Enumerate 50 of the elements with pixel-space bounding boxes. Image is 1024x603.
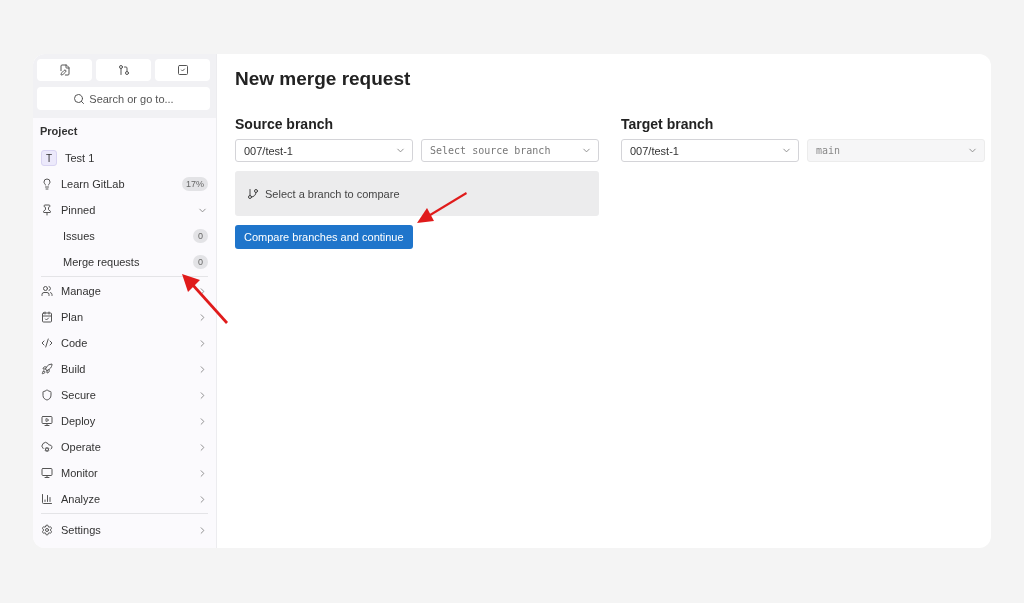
settings-icon: [41, 524, 53, 536]
sidebar-item[interactable]: Operate: [33, 434, 216, 460]
sidebar-item[interactable]: Settings: [33, 517, 216, 543]
calendar-icon: [41, 311, 53, 323]
file-pen-icon: [58, 64, 71, 76]
todo-button[interactable]: [155, 59, 210, 81]
count-badge: 0: [193, 229, 208, 243]
sidebar-item[interactable]: Plan: [33, 304, 216, 330]
checkbox-icon: [176, 64, 189, 76]
people-icon: [41, 285, 53, 297]
dropdown[interactable]: 007/test-1: [235, 139, 413, 162]
cloud-gear-icon: [41, 441, 53, 453]
shield-icon: [41, 389, 53, 401]
section-heading: Source branch: [235, 116, 335, 132]
pin-icon: [41, 204, 53, 216]
search-button[interactable]: Search or go to...: [37, 87, 210, 110]
notice-text: Select a branch to compare: [265, 187, 400, 200]
sidebar-item[interactable]: Pinned: [33, 197, 216, 223]
sidebar-subitem[interactable]: Merge requests 0: [33, 249, 216, 275]
sidebar-item[interactable]: Analyze: [33, 486, 216, 512]
sidebar-item[interactable]: Deploy: [33, 408, 216, 434]
file-pen-button[interactable]: [37, 59, 92, 81]
branch-icon: [247, 187, 259, 200]
merge-request-icon: [117, 64, 130, 76]
count-badge: 0: [193, 255, 208, 269]
section-title: Project: [39, 124, 79, 139]
bar-chart-icon: [41, 493, 53, 505]
dropdown[interactable]: 007/test-1: [621, 139, 799, 162]
sidebar-item[interactable]: Code: [33, 330, 216, 356]
sidebar-subitem[interactable]: Issues 0: [33, 223, 216, 249]
monitor-icon: [41, 467, 53, 479]
project-avatar: T: [41, 150, 57, 166]
annotation-arrow: [417, 192, 467, 223]
dropdown[interactable]: Select source branch: [421, 139, 599, 162]
sidebar-item[interactable]: Manage: [33, 278, 216, 304]
annotation-arrow: [182, 274, 228, 324]
compare-button[interactable]: Compare branches and continue: [235, 225, 413, 249]
search-icon: [73, 92, 86, 105]
sidebar-item[interactable]: Learn GitLab 17%: [33, 171, 216, 197]
sidebar-item[interactable]: Build: [33, 356, 216, 382]
section-heading: Target branch: [621, 116, 715, 132]
lightbulb-icon: [41, 178, 53, 190]
count-badge: 17%: [182, 177, 208, 191]
project-item[interactable]: T Test 1: [33, 145, 216, 171]
sidebar-item[interactable]: Monitor: [33, 460, 216, 486]
monitor-play-icon: [41, 415, 53, 427]
rocket-icon: [41, 363, 53, 375]
sidebar-item[interactable]: Secure: [33, 382, 216, 408]
page-title: New merge request: [235, 68, 412, 90]
code-icon: [41, 337, 53, 349]
